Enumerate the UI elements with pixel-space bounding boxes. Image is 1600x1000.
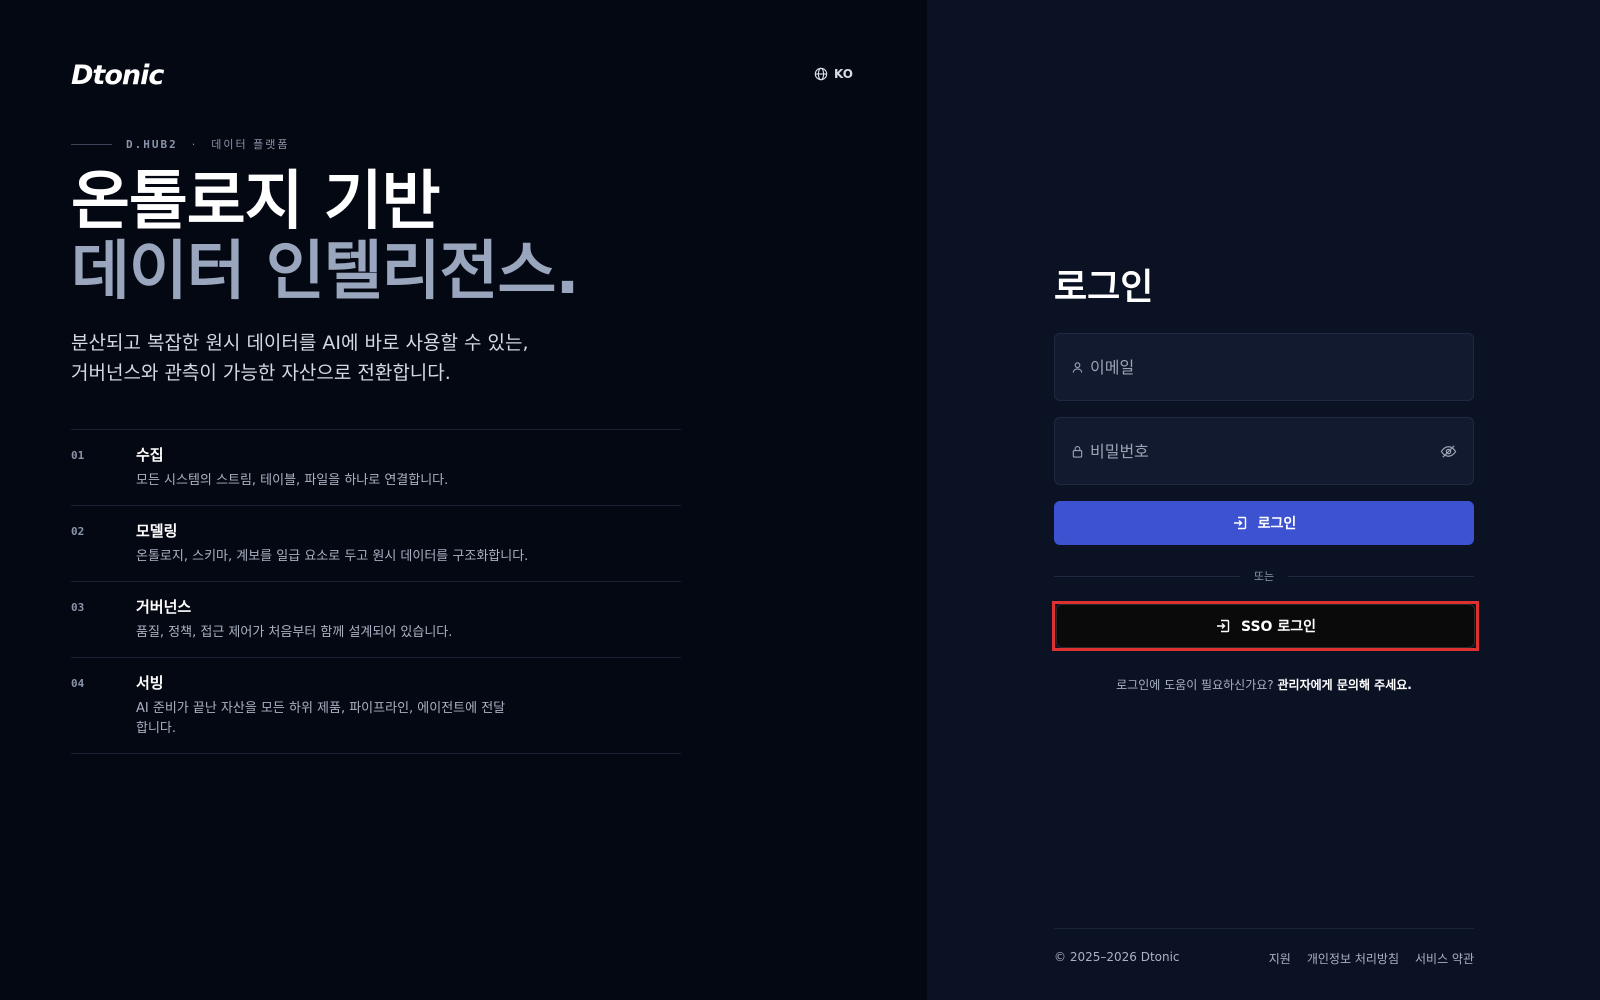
language-switcher[interactable]: KO bbox=[814, 67, 853, 81]
footer-link-privacy[interactable]: 개인정보 처리방침 bbox=[1307, 950, 1399, 967]
eyebrow-code: D.HUB2 bbox=[126, 137, 178, 151]
login-button-label: 로그인 bbox=[1257, 516, 1297, 532]
feature-item: 04 서빙 AI 준비가 끝난 자산을 모든 하위 제품, 파이프라인, 에이전… bbox=[71, 658, 681, 754]
feature-title: 서빙 bbox=[136, 674, 164, 692]
feature-desc: 온톨로지, 스키마, 계보를 일급 요소로 두고 원시 데이터를 구조화합니다. bbox=[136, 549, 529, 564]
sso-login-label: SSO 로그인 bbox=[1241, 619, 1316, 635]
feature-title: 거버넌스 bbox=[136, 598, 192, 616]
feature-number: 03 bbox=[71, 601, 85, 614]
password-field[interactable] bbox=[1054, 417, 1474, 485]
footer-link-terms[interactable]: 서비스 약관 bbox=[1415, 950, 1474, 967]
divider-line bbox=[1288, 575, 1474, 577]
footer: © 2025–2026 Dtonic 지원 개인정보 처리방침 서비스 약관 bbox=[1054, 928, 1474, 967]
login-panel bbox=[927, 0, 1600, 1000]
email-field[interactable] bbox=[1054, 333, 1474, 401]
eyebrow-text: 데이터 플랫폼 bbox=[211, 138, 290, 151]
feature-item: 02 모델링 온톨로지, 스키마, 계보를 일급 요소로 두고 원시 데이터를 … bbox=[71, 506, 681, 582]
globe-icon bbox=[814, 67, 828, 81]
feature-desc: 품질, 정책, 접근 제어가 처음부터 함께 설계되어 있습니다. bbox=[136, 625, 453, 640]
divider-label: 또는 bbox=[1253, 570, 1275, 583]
headline-line1: 온톨로지 기반 bbox=[71, 165, 441, 239]
feature-list: 01 수집 모든 시스템의 스트림, 테이블, 파일을 하나로 연결합니다. 0… bbox=[71, 429, 681, 754]
login-icon bbox=[1233, 516, 1246, 530]
help-text: 로그인에 도움이 필요하신가요? 관리자에게 문의해 주세요. bbox=[1054, 676, 1474, 693]
feature-desc: AI 준비가 끝난 자산을 모든 하위 제품, 파이프라인, 에이전트에 전달합… bbox=[136, 701, 506, 736]
lead-text: 분산되고 복잡한 원시 데이터를 AI에 바로 사용할 수 있는, 거버넌스와 … bbox=[71, 328, 631, 388]
copyright: © 2025–2026 Dtonic bbox=[1054, 950, 1180, 964]
user-icon bbox=[1072, 361, 1083, 373]
eyebrow-separator: · bbox=[191, 137, 198, 151]
or-divider: 또는 bbox=[1054, 568, 1474, 584]
hero-panel: Dtonic KO D.HUB2 · 데이터 플랫폼 온톨로지 기반 데이터 인… bbox=[0, 0, 927, 1000]
feature-number: 02 bbox=[71, 525, 85, 538]
headline-line2: 데이터 인텔리전스. bbox=[71, 235, 580, 309]
feature-title: 수집 bbox=[136, 446, 164, 464]
eyebrow-line bbox=[71, 143, 112, 145]
feature-title: 모델링 bbox=[136, 522, 178, 540]
eye-off-icon[interactable] bbox=[1440, 443, 1457, 460]
lead-line2: 거버넌스와 관측이 가능한 자산으로 전환합니다. bbox=[71, 362, 451, 384]
footer-link-support[interactable]: 지원 bbox=[1269, 950, 1291, 967]
footer-links: 지원 개인정보 처리방침 서비스 약관 bbox=[1269, 950, 1474, 967]
dtonic-logo: Dtonic bbox=[71, 60, 164, 91]
feature-number: 01 bbox=[71, 449, 85, 462]
language-label: KO bbox=[834, 67, 853, 81]
feature-item: 01 수집 모든 시스템의 스트림, 테이블, 파일을 하나로 연결합니다. bbox=[71, 430, 681, 506]
help-question: 로그인에 도움이 필요하신가요? bbox=[1116, 678, 1278, 692]
eyebrow: D.HUB2 · 데이터 플랫폼 bbox=[71, 136, 289, 152]
sso-login-button[interactable]: SSO 로그인 bbox=[1056, 604, 1475, 648]
lead-line1: 분산되고 복잡한 원시 데이터를 AI에 바로 사용할 수 있는, bbox=[71, 332, 529, 354]
feature-desc: 모든 시스템의 스트림, 테이블, 파일을 하나로 연결합니다. bbox=[136, 473, 449, 488]
sso-login-icon bbox=[1217, 619, 1230, 633]
contact-admin-link[interactable]: 관리자에게 문의해 주세요. bbox=[1277, 678, 1411, 692]
lock-icon bbox=[1072, 445, 1083, 458]
login-title: 로그인 bbox=[1054, 267, 1154, 308]
password-input[interactable] bbox=[1090, 441, 1440, 461]
email-input[interactable] bbox=[1090, 357, 1457, 377]
feature-number: 04 bbox=[71, 677, 85, 690]
divider-line bbox=[1054, 575, 1240, 577]
login-button[interactable]: 로그인 bbox=[1054, 501, 1474, 545]
feature-item: 03 거버넌스 품질, 정책, 접근 제어가 처음부터 함께 설계되어 있습니다… bbox=[71, 582, 681, 658]
